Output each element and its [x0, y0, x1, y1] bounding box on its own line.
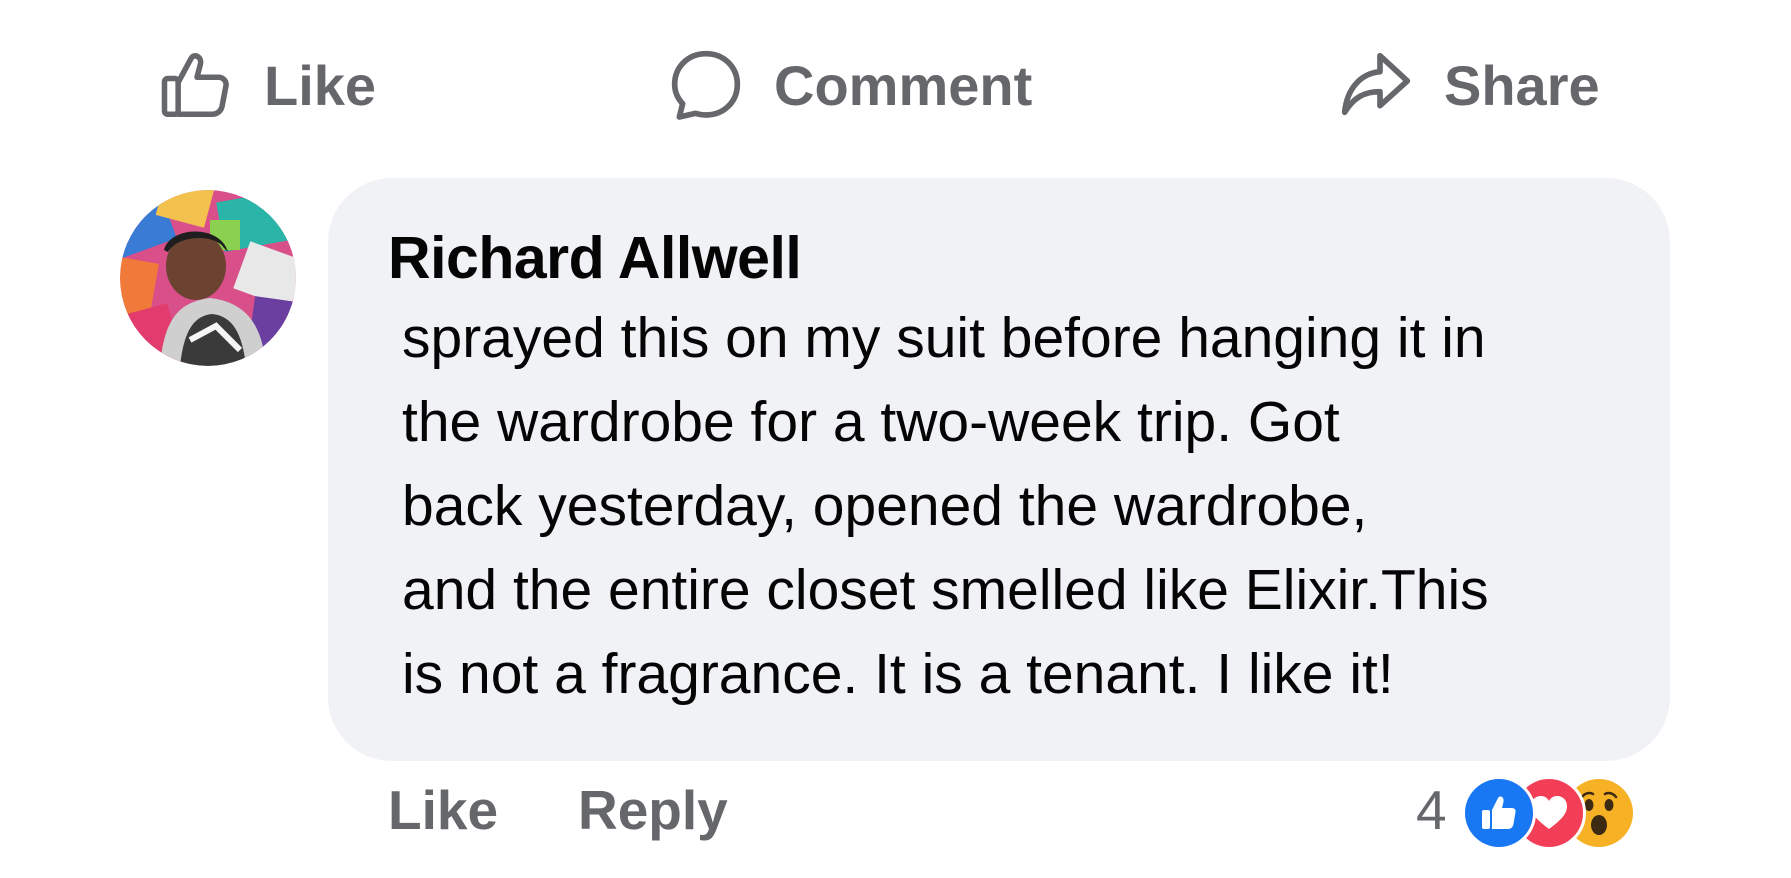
reaction-summary[interactable]	[1462, 776, 1662, 850]
post-share-button[interactable]: Share	[1336, 30, 1600, 140]
speech-bubble-icon	[666, 45, 746, 125]
reaction-count[interactable]: 4	[1416, 778, 1447, 842]
comment-text-line: is not a fragrance. It is a tenant. I li…	[402, 642, 1394, 706]
post-share-label: Share	[1444, 53, 1600, 117]
like-icon	[1462, 776, 1536, 850]
comment-text-line: back yesterday, opened the wardrobe,	[402, 474, 1368, 538]
comment-text-line: the wardrobe for a two-week trip. Got	[402, 390, 1340, 454]
post-like-button[interactable]: Like	[158, 30, 376, 140]
comment-text-line: sprayed this on my suit before hanging i…	[402, 306, 1486, 370]
comment-text: sprayed this on my suit before hanging i…	[402, 296, 1652, 716]
post-comment-button[interactable]: Comment	[666, 30, 1032, 140]
comment-bubble: Richard Allwell sprayed this on my suit …	[328, 178, 1670, 761]
post-comment-label: Comment	[774, 53, 1033, 117]
comment-reply-link[interactable]: Reply	[578, 778, 728, 842]
comment-text-line: and the entire closet smelled like Elixi…	[402, 558, 1489, 622]
post-like-label: Like	[264, 53, 377, 117]
thumbs-up-icon	[158, 46, 236, 124]
comment-like-link[interactable]: Like	[388, 778, 498, 842]
share-arrow-icon	[1336, 45, 1416, 125]
comment-author-name[interactable]: Richard Allwell	[388, 224, 802, 292]
post-action-bar: Like Comment Share	[0, 30, 1791, 140]
commenter-avatar[interactable]	[120, 190, 296, 366]
